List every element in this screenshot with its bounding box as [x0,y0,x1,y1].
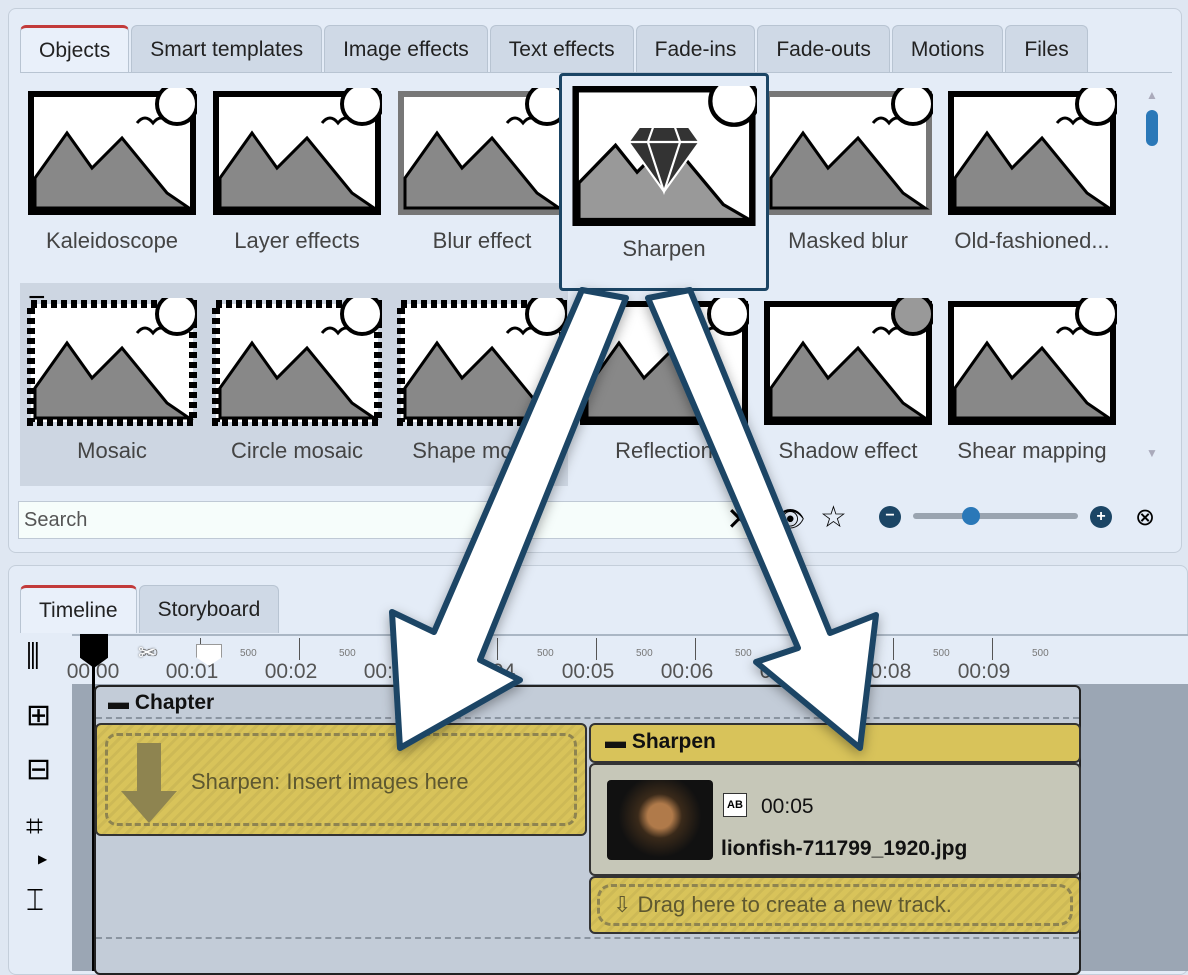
arrow-left [389,287,629,751]
drag-arrows-overlay [389,287,879,751]
arrow-right [645,287,879,751]
